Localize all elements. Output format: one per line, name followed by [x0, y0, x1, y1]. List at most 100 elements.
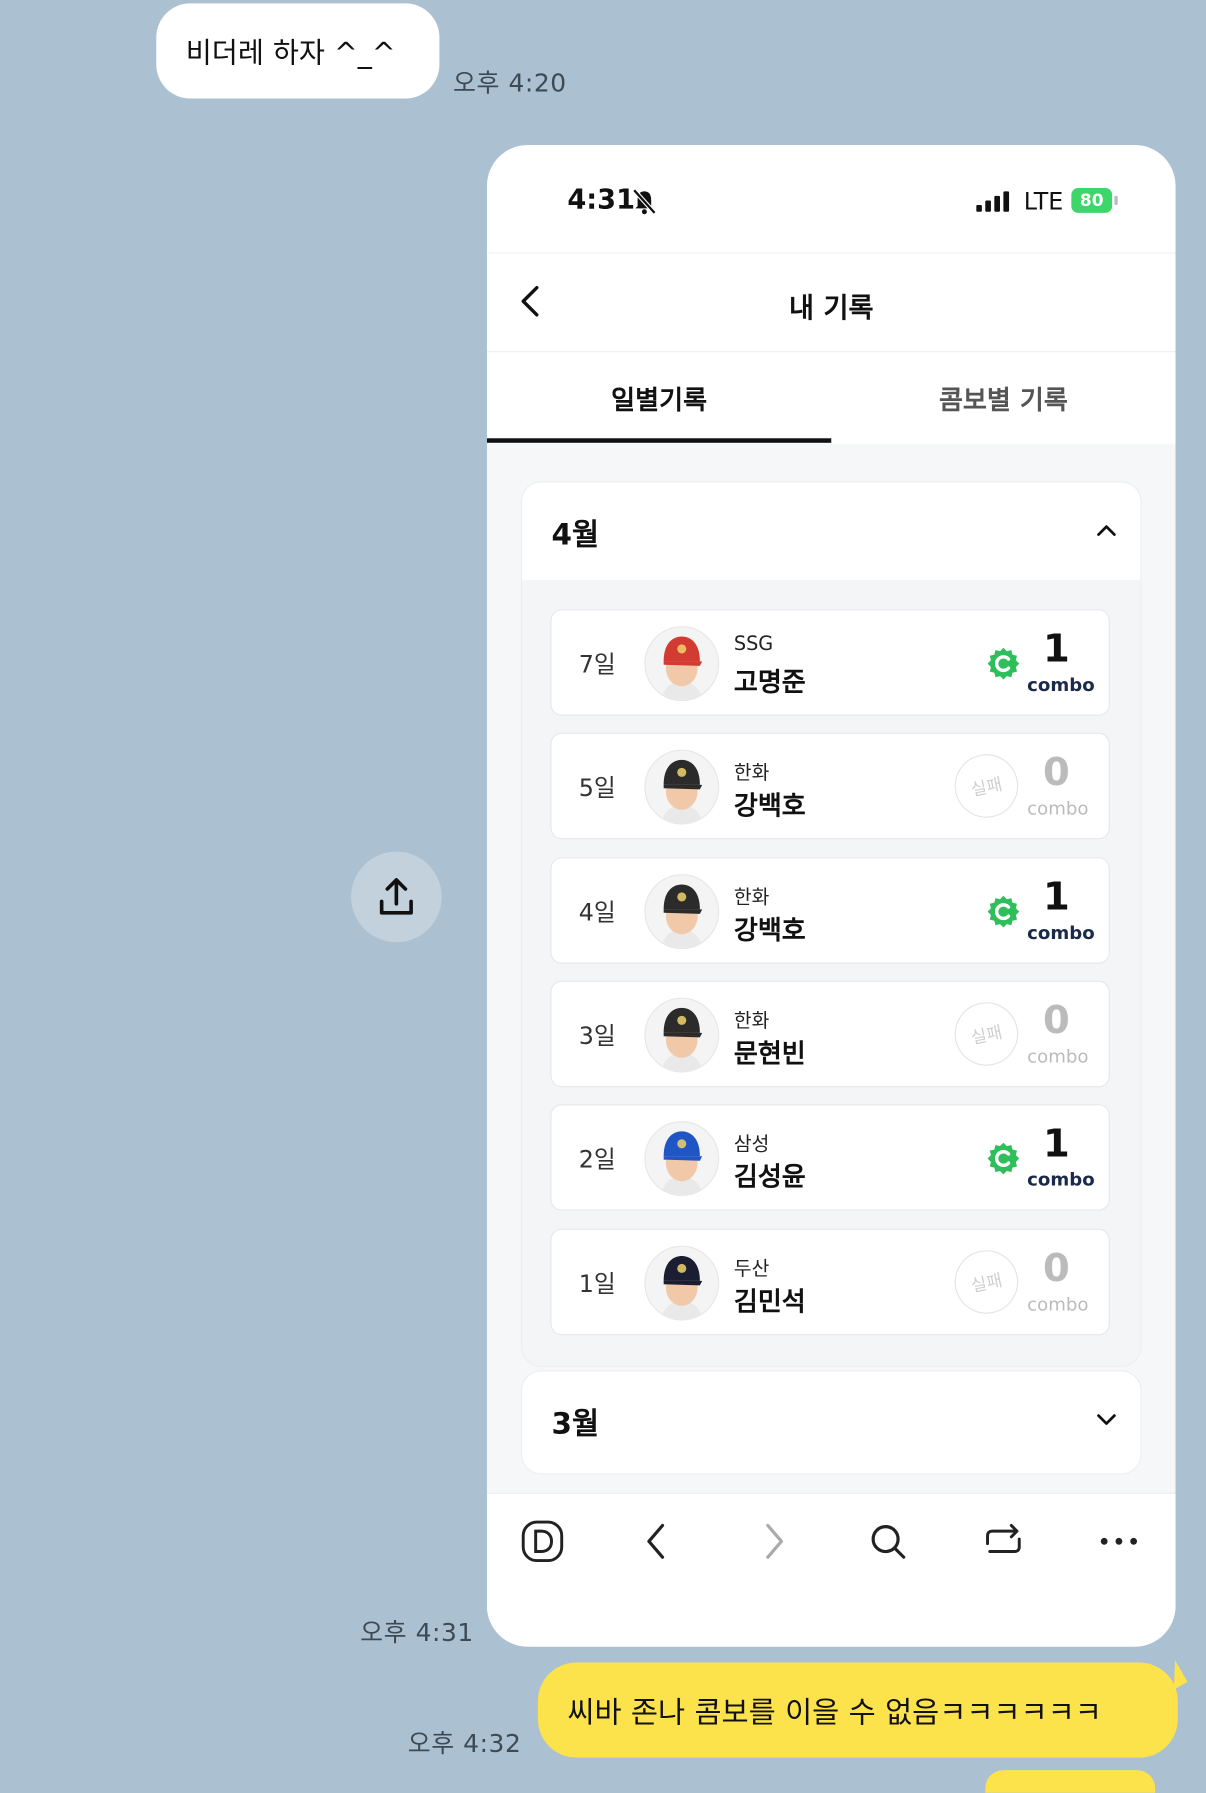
player-photo-icon [645, 751, 719, 824]
player-avatar [644, 626, 720, 702]
d-logo-button[interactable] [518, 1516, 568, 1566]
combo-count: 0 [1043, 997, 1070, 1043]
status-bar: 4:31 LTE 80 [487, 145, 1176, 253]
combo-count: 1 [1043, 1121, 1070, 1167]
record-row[interactable]: 4일 한화강백호 1 combo [550, 856, 1110, 964]
record-row[interactable]: 5일 한화강백호 실패 0 combo [550, 733, 1110, 840]
share-image-button[interactable] [351, 851, 442, 943]
record-day: 5일 [578, 774, 616, 803]
page-title: 내 기록 [788, 292, 874, 324]
record-row[interactable]: 3일 한화 문현빈 실패 0 combo [550, 980, 1110, 1088]
month-header[interactable]: 4월 [522, 482, 1141, 580]
status-time: 4:31 [567, 183, 635, 216]
player-name: 김성윤 [733, 1163, 806, 1193]
signal-icon [976, 191, 1010, 212]
battery-level: 80 [1079, 190, 1104, 211]
incoming-message-text: 비더레 하자 ^_^ [185, 36, 396, 70]
record-day: 7일 [578, 651, 616, 679]
combo-count: 0 [1043, 750, 1070, 796]
player-avatar [644, 997, 720, 1073]
team-name: 두산 [733, 1257, 770, 1281]
player-name: 김민석 [733, 1287, 806, 1317]
combo-label: combo [1027, 1292, 1089, 1315]
record-tabs: 일별기록 콤보별 기록 [486, 351, 1176, 446]
tab-label: 콤보별 기록 [938, 386, 1068, 416]
month-section-april: 4월 7일 SSG 고명준 1 combo 5일 한화 강백호 실패 0 combo 4일 한화 강백호 1… [520, 481, 1142, 1367]
player-photo-icon [645, 1122, 719, 1195]
month-label: 4월 [551, 518, 600, 553]
team-name: 한화 [733, 762, 770, 786]
player-name: 고명준 [733, 668, 806, 698]
player-avatar [644, 1121, 720, 1197]
share-icon [986, 1524, 1021, 1553]
team-name: SSG [733, 633, 774, 656]
more-icon [1100, 1537, 1138, 1545]
browser-forward-button[interactable] [749, 1516, 799, 1566]
player-name: 강백호 [733, 791, 806, 822]
bell-muted-icon [632, 188, 657, 215]
browser-more-button[interactable] [1094, 1516, 1144, 1566]
incoming-message-bubble[interactable]: 비더레 하자 ^_^ [156, 3, 440, 99]
chevron-up-icon[interactable] [1093, 516, 1120, 543]
record-row[interactable]: 2일 삼성김성윤 1 combo [550, 1104, 1110, 1211]
outgoing-message-bubble[interactable]: 씨바 존나 콤보를 이을 수 없음ㅋㅋㅋㅋㅋㅋ [537, 1662, 1178, 1758]
shared-screenshot-image[interactable]: 4:31 LTE 80 내 기록 일별기록 콤보별 기록 4월 7일 SSG 고… [486, 144, 1176, 1647]
combo-label: combo [1027, 1045, 1089, 1067]
player-photo-icon [645, 874, 719, 948]
tab-daily-records[interactable]: 일별기록 [487, 351, 831, 444]
fail-label: 실패 [969, 1021, 1004, 1048]
outgoing-message-text: 씨바 존나 콤보를 이을 수 없음ㅋㅋㅋㅋㅋㅋ [567, 1695, 1102, 1730]
record-row[interactable]: 1일 두산 김민석 실패 0 combo [550, 1228, 1110, 1335]
tab-label: 일별기록 [611, 386, 708, 416]
player-photo-icon [645, 998, 719, 1072]
team-name: 한화 [733, 886, 770, 909]
player-avatar [644, 750, 720, 825]
record-day: 3일 [578, 1022, 616, 1050]
back-icon [647, 1523, 665, 1559]
month-section-march[interactable]: 3월 [520, 1370, 1142, 1475]
browser-search-button[interactable] [863, 1516, 913, 1566]
records-content[interactable]: 4월 7일 SSG 고명준 1 combo 5일 한화 강백호 실패 0 combo 4일 한화 강백호 1… [486, 443, 1176, 1493]
combo-count: 1 [1043, 626, 1070, 672]
battery-icon: 80 [1071, 187, 1113, 213]
team-name: 삼성 [733, 1133, 770, 1157]
forward-icon [766, 1523, 784, 1559]
combo-label: combo [1027, 797, 1089, 820]
player-photo-icon [645, 627, 719, 700]
image-time: 오후 4:31 [360, 1619, 474, 1648]
combo-count: 0 [1043, 1245, 1070, 1291]
player-photo-icon [645, 1246, 719, 1319]
outgoing-message-time: 오후 4:32 [407, 1730, 522, 1759]
search-icon [871, 1525, 906, 1559]
active-tab-indicator [486, 438, 832, 443]
fail-stamp: 실패 [948, 996, 1025, 1072]
d-logo-icon [521, 1520, 564, 1563]
fail-stamp: 실패 [948, 1243, 1025, 1320]
incoming-message-time: 오후 4:20 [453, 70, 567, 99]
fail-label: 실패 [969, 773, 1004, 801]
browser-bottom-bar [486, 1492, 1176, 1647]
player-avatar [644, 873, 720, 949]
month-label: 3월 [551, 1407, 600, 1442]
record-day: 4일 [578, 898, 616, 926]
record-day: 2일 [578, 1146, 616, 1174]
player-name: 문현빈 [733, 1039, 806, 1069]
record-row[interactable]: 7일 SSG 고명준 1 combo [550, 609, 1110, 716]
combo-success-icon [987, 1142, 1020, 1175]
combo-label: combo [1027, 921, 1095, 943]
next-message-bubble [985, 1770, 1156, 1793]
chevron-down-icon[interactable] [1093, 1405, 1120, 1432]
app-header: 내 기록 [486, 252, 1176, 353]
fail-stamp: 실패 [948, 748, 1025, 824]
combo-success-icon [987, 647, 1020, 680]
combo-label: combo [1027, 1168, 1095, 1191]
browser-share-button[interactable] [978, 1516, 1028, 1566]
tab-combo-records[interactable]: 콤보별 기록 [831, 351, 1175, 444]
combo-count: 1 [1043, 873, 1070, 920]
fail-label: 실패 [969, 1268, 1004, 1296]
player-avatar [644, 1245, 720, 1320]
upload-share-icon [379, 878, 413, 915]
player-name: 강백호 [733, 915, 806, 946]
network-label: LTE [1023, 187, 1064, 216]
browser-back-button[interactable] [632, 1516, 682, 1566]
